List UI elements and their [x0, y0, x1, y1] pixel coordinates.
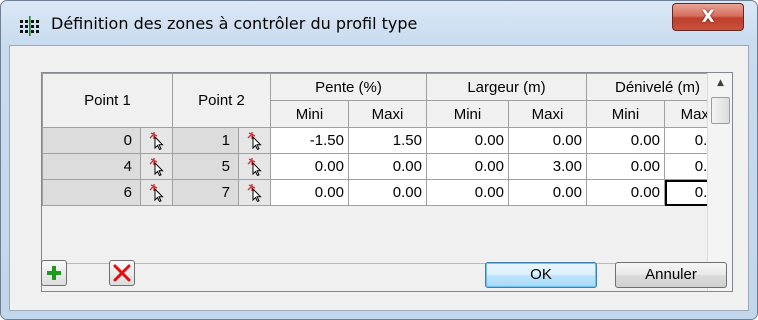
largeur-mini-cell[interactable]: 0.00: [426, 153, 509, 180]
cancel-button[interactable]: Annuler: [615, 262, 727, 288]
vertical-scrollbar[interactable]: ▲: [707, 73, 732, 291]
pick-cursor-icon: [247, 183, 262, 202]
pente-mini-cell[interactable]: 0.00: [270, 153, 349, 180]
add-row-button[interactable]: [41, 260, 67, 286]
title-bar[interactable]: Définition des zones à contrôler du prof…: [1, 1, 757, 45]
pick-point-1-button[interactable]: [140, 127, 173, 154]
pick-point-1-button[interactable]: [140, 179, 173, 206]
point-1-cell[interactable]: 4: [42, 153, 141, 180]
zones-grid: Point 1 Point 2 Pente (%) Largeur (m) Dé…: [41, 72, 733, 292]
pente-maxi-cell[interactable]: 0.00: [348, 153, 427, 180]
largeur-maxi-cell[interactable]: 0.00: [508, 179, 587, 206]
pick-cursor-icon: [149, 157, 164, 176]
zones-table: Point 1 Point 2 Pente (%) Largeur (m) Dé…: [42, 73, 729, 206]
pick-cursor-icon: [149, 183, 164, 202]
subheader-largeur-maxi: Maxi: [508, 100, 587, 128]
plus-icon: [47, 266, 61, 280]
point-2-cell[interactable]: 1: [172, 127, 239, 154]
pick-cursor-icon: [149, 131, 164, 150]
subheader-pente-maxi: Maxi: [348, 100, 427, 128]
pick-point-2-button[interactable]: [238, 127, 271, 154]
red-x-icon: [113, 264, 131, 282]
header-point-1: Point 1: [42, 73, 173, 128]
scroll-up-arrow-icon[interactable]: ▲: [708, 73, 732, 93]
pick-point-1-button[interactable]: [140, 153, 173, 180]
point-2-cell[interactable]: 5: [172, 153, 239, 180]
pick-point-2-button[interactable]: [238, 179, 271, 206]
pente-mini-cell[interactable]: 0.00: [270, 179, 349, 206]
dialog-client-area: Point 1 Point 2 Pente (%) Largeur (m) Dé…: [9, 45, 749, 311]
header-largeur: Largeur (m): [426, 73, 587, 101]
table-row: 6 7 0.00 0.00 0.00 0.00 0.00 0.50: [42, 179, 729, 206]
table-row: 4 5 0.00 0.00 0.00 3.00 0.00 0.00: [42, 153, 729, 180]
dialog-window: Définition des zones à contrôler du prof…: [0, 0, 758, 320]
header-point-2: Point 2: [172, 73, 271, 128]
close-icon: X: [701, 7, 715, 27]
largeur-mini-cell[interactable]: 0.00: [426, 127, 509, 154]
window-title: Définition des zones à contrôler du prof…: [51, 14, 418, 33]
largeur-mini-cell[interactable]: 0.00: [426, 179, 509, 206]
denivele-mini-cell[interactable]: 0.00: [586, 179, 665, 206]
horizontal-divider: [42, 263, 707, 264]
table-row: 0 1 -1.50 1.50 0.00 0.00 0.00 0.00: [42, 127, 729, 154]
scroll-thumb[interactable]: [711, 97, 730, 124]
largeur-maxi-cell[interactable]: 0.00: [508, 127, 587, 154]
subheader-largeur-mini: Mini: [426, 100, 509, 128]
pente-maxi-cell[interactable]: 0.00: [348, 179, 427, 206]
header-pente: Pente (%): [270, 73, 427, 101]
pick-point-2-button[interactable]: [238, 153, 271, 180]
subheader-denivele-mini: Mini: [586, 100, 665, 128]
pick-cursor-icon: [247, 157, 262, 176]
subheader-pente-mini: Mini: [270, 100, 349, 128]
close-button[interactable]: X: [672, 3, 744, 31]
denivele-mini-cell[interactable]: 0.00: [586, 127, 665, 154]
pick-cursor-icon: [247, 131, 262, 150]
ok-button[interactable]: OK: [485, 262, 597, 288]
point-1-cell[interactable]: 0: [42, 127, 141, 154]
largeur-maxi-cell[interactable]: 3.00: [508, 153, 587, 180]
delete-row-button[interactable]: [109, 260, 135, 286]
pente-mini-cell[interactable]: -1.50: [270, 127, 349, 154]
point-1-cell[interactable]: 6: [42, 179, 141, 206]
point-2-cell[interactable]: 7: [172, 179, 239, 206]
grid-app-icon: [20, 16, 39, 36]
denivele-mini-cell[interactable]: 0.00: [586, 153, 665, 180]
pente-maxi-cell[interactable]: 1.50: [348, 127, 427, 154]
